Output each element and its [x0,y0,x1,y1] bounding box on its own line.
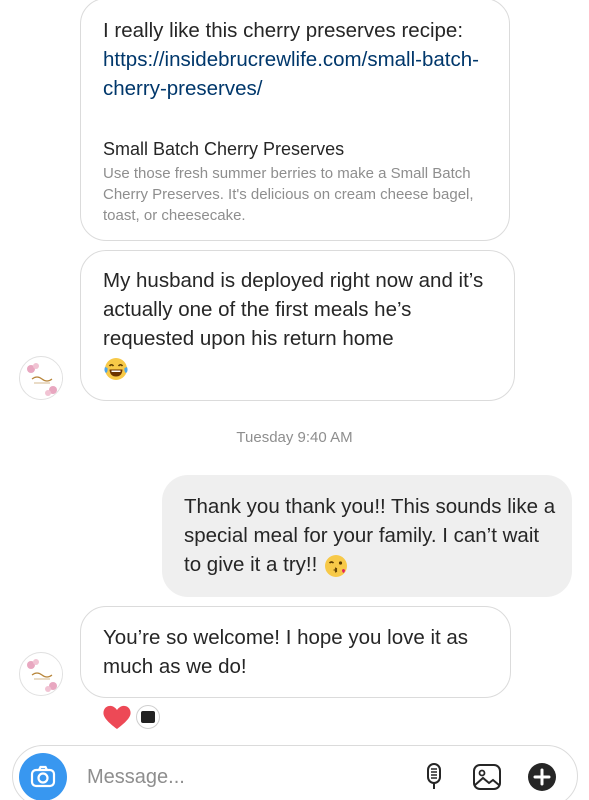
message-bubble-deployed[interactable]: My husband is deployed right now and it’… [80,250,515,401]
link-preview-description: Use those fresh summer berries to make a… [103,165,474,224]
message-text: I really like this cherry preserves reci… [103,16,498,103]
plus-circle-icon[interactable] [526,761,558,793]
sender-avatar[interactable] [19,356,63,400]
message-text-prefix: I really like this cherry preserves reci… [103,19,464,42]
gallery-icon[interactable] [471,761,503,793]
floral-logo-icon [21,358,62,399]
message-input[interactable] [87,761,387,793]
message-thanks-text: Thank you thank you!! This sounds like a… [184,495,556,576]
timestamp: Tuesday 9:40 AM [236,429,353,446]
sender-avatar[interactable] [19,652,63,696]
message-text: My husband is deployed right now and it’… [103,266,498,382]
message-bubble-welcome[interactable]: You’re so welcome! I hope you love it as… [80,606,511,698]
microphone-icon[interactable] [418,761,450,793]
kissing-wink-emoji-icon [325,554,348,577]
message-text: Thank you thank you!! This sounds like a… [184,492,559,579]
reactor-avatar[interactable] [136,705,160,729]
message-deployed-text: My husband is deployed right now and it’… [103,269,484,350]
camera-button[interactable] [19,753,67,800]
message-composer [12,745,578,800]
link-preview-title[interactable]: Small Batch Cherry Preserves [103,139,344,160]
laughing-tears-emoji-icon [104,357,128,380]
floral-logo-icon [21,654,62,695]
heart-icon[interactable] [102,704,132,730]
message-bubble-thanks[interactable]: Thank you thank you!! This sounds like a… [162,475,572,597]
recipe-link[interactable]: https://insidebrucrewlife.com/small-batc… [103,48,479,100]
reactor-logo-icon [141,711,155,723]
message-bubble-link[interactable]: I really like this cherry preserves reci… [80,0,510,241]
camera-icon [30,765,56,788]
message-welcome-text: You’re so welcome! I hope you love it as… [103,626,469,678]
